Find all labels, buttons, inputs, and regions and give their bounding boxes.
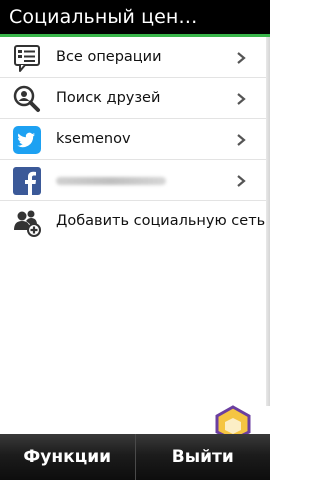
list-item-label: Поиск друзей bbox=[56, 90, 161, 106]
scroll-edge bbox=[266, 37, 270, 406]
add-social-network-icon bbox=[11, 206, 43, 238]
list-item-add-social-network[interactable]: Добавить социальную сеть bbox=[0, 201, 266, 242]
list-item-facebook-account[interactable] bbox=[0, 160, 266, 201]
app-title: Социальный цен… bbox=[9, 6, 198, 28]
search-icon bbox=[11, 83, 43, 115]
exit-softkey[interactable]: Выйти bbox=[136, 434, 271, 480]
list-item-all-activities[interactable]: Все операции bbox=[0, 37, 266, 78]
redacted-account-name bbox=[56, 177, 166, 185]
chevron-right-icon bbox=[237, 175, 246, 187]
menu-list: Все операции Поиск друзей ksemenov Добав… bbox=[0, 37, 266, 242]
softkey-bar: Функции Выйти bbox=[0, 434, 270, 480]
options-softkey[interactable]: Функции bbox=[0, 434, 136, 480]
list-item-label: Добавить социальную сеть bbox=[56, 213, 266, 229]
list-item-find-friends[interactable]: Поиск друзей bbox=[0, 78, 266, 119]
facebook-icon bbox=[11, 165, 43, 197]
title-bar: Социальный цен… bbox=[0, 0, 270, 34]
chevron-right-icon bbox=[237, 93, 246, 105]
chevron-right-icon bbox=[237, 134, 246, 146]
list-item-label: ksemenov bbox=[56, 131, 131, 147]
chevron-right-icon bbox=[237, 52, 246, 64]
list-item-label: Все операции bbox=[56, 49, 162, 65]
activity-feed-icon bbox=[11, 42, 43, 74]
twitter-icon bbox=[11, 124, 43, 156]
list-item-twitter-account[interactable]: ksemenov bbox=[0, 119, 266, 160]
